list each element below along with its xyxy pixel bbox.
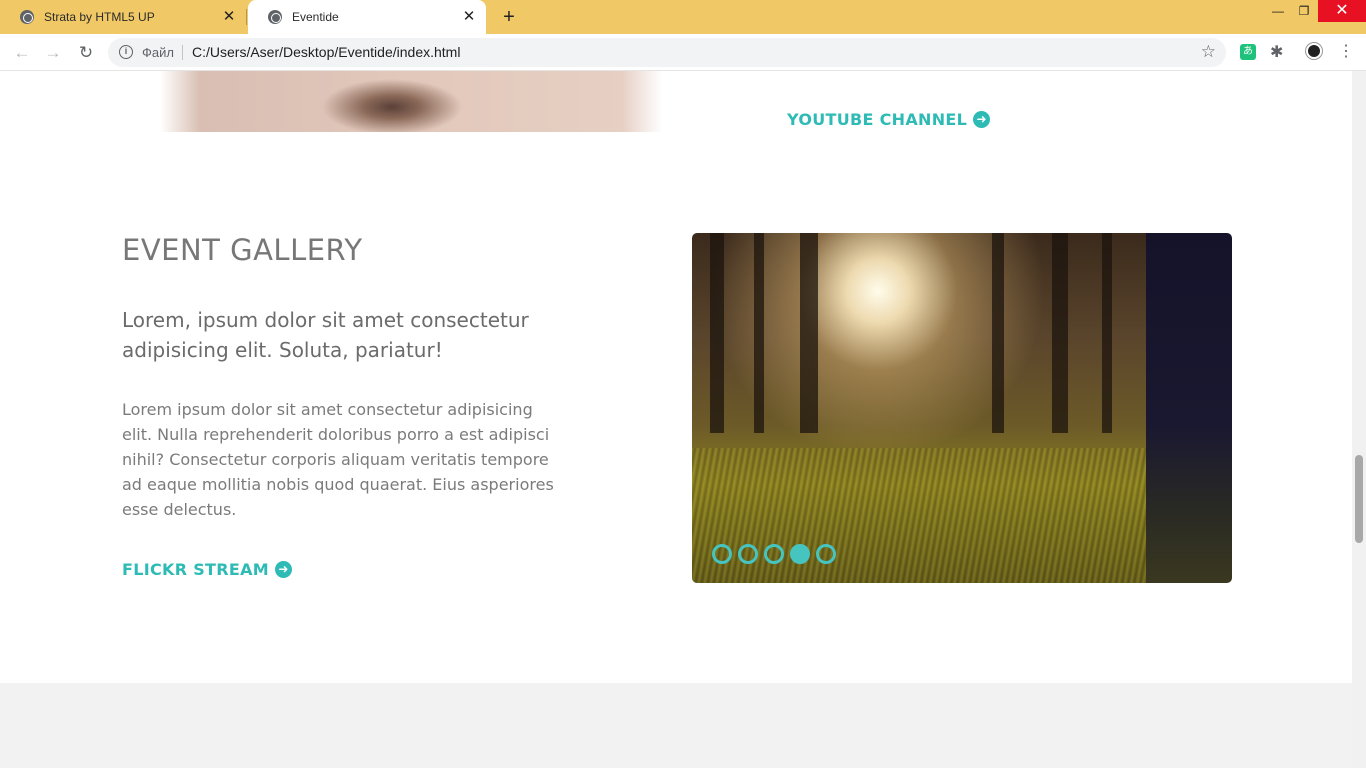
info-icon[interactable]: i	[119, 45, 133, 59]
tab-title: Eventide	[292, 10, 339, 24]
tab-strip: Strata by HTML5 UP ✕ Eventide ✕ + — ❐ ✕	[0, 0, 1366, 34]
tab-title: Strata by HTML5 UP	[44, 10, 155, 24]
tree-trunk	[1052, 233, 1068, 433]
browser-toolbar: ← → ↻ i Файл C:/Users/Aser/Desktop/Event…	[0, 34, 1366, 71]
globe-icon	[20, 10, 34, 24]
extension-icon[interactable]: あ	[1240, 44, 1256, 60]
slider-dot-2[interactable]	[738, 544, 758, 564]
slider-dot-5[interactable]	[816, 544, 836, 564]
close-icon[interactable]: ✕	[462, 9, 476, 24]
new-tab-icon[interactable]: +	[499, 7, 519, 27]
link-label: YOUTUBE CHANNEL	[787, 110, 968, 129]
close-icon[interactable]: ✕	[222, 9, 236, 24]
url-text[interactable]: C:/Users/Aser/Desktop/Eventide/index.htm…	[192, 44, 460, 60]
restore-icon[interactable]: ❐	[1288, 0, 1320, 22]
arrow-right-icon[interactable]: →	[42, 42, 64, 64]
kebab-menu-icon[interactable]: ⋮	[1338, 41, 1354, 61]
tree-trunk	[754, 233, 764, 433]
star-icon[interactable]: ☆	[1201, 42, 1216, 62]
slider-dots	[712, 544, 842, 564]
puzzle-icon[interactable]: ✱	[1270, 42, 1283, 62]
next-slide-preview	[1146, 233, 1232, 583]
address-bar[interactable]: i Файл C:/Users/Aser/Desktop/Eventide/in…	[108, 38, 1226, 67]
tab-separator	[246, 9, 247, 25]
tab-strata[interactable]: Strata by HTML5 UP ✕	[0, 0, 246, 34]
tree-trunk	[800, 233, 818, 433]
arrow-circle-right-icon: ➜	[973, 111, 991, 128]
tab-eventide[interactable]: Eventide ✕	[248, 0, 486, 34]
youtube-channel-link[interactable]: YOUTUBE CHANNEL ➜	[787, 110, 991, 129]
address-separator	[182, 45, 183, 60]
slider-dot-3[interactable]	[764, 544, 784, 564]
arrow-left-icon[interactable]: ←	[11, 42, 33, 64]
body-text: Lorem ipsum dolor sit amet consectetur a…	[122, 400, 554, 519]
link-label: FLICKR STREAM	[122, 560, 270, 579]
gallery-slider[interactable]	[692, 233, 1232, 583]
footer-section	[0, 683, 1352, 768]
globe-icon	[268, 10, 282, 24]
reload-icon[interactable]: ↻	[75, 42, 97, 64]
flickr-stream-link[interactable]: FLICKR STREAM ➜	[122, 560, 293, 579]
slider-dot-4[interactable]	[790, 544, 810, 564]
page-viewport: YOUTUBE CHANNEL ➜ EVENT GALLERY Lorem, i…	[0, 71, 1352, 768]
tree-trunk	[1102, 233, 1112, 433]
arrow-circle-right-icon: ➜	[275, 561, 293, 578]
section-title: EVENT GALLERY	[122, 233, 363, 267]
scrollbar-thumb[interactable]	[1355, 455, 1363, 543]
forest-slide-image	[692, 233, 1146, 583]
slider-dot-1[interactable]	[712, 544, 732, 564]
tree-trunk	[710, 233, 724, 433]
tree-trunk	[992, 233, 1004, 433]
scrollbar[interactable]	[1352, 71, 1366, 768]
lead-text: Lorem, ipsum dolor sit amet consectetur …	[122, 308, 529, 362]
window-close-icon[interactable]: ✕	[1318, 0, 1366, 22]
portrait-image	[160, 71, 662, 132]
avatar[interactable]	[1306, 43, 1322, 59]
scheme-label: Файл	[142, 45, 174, 60]
